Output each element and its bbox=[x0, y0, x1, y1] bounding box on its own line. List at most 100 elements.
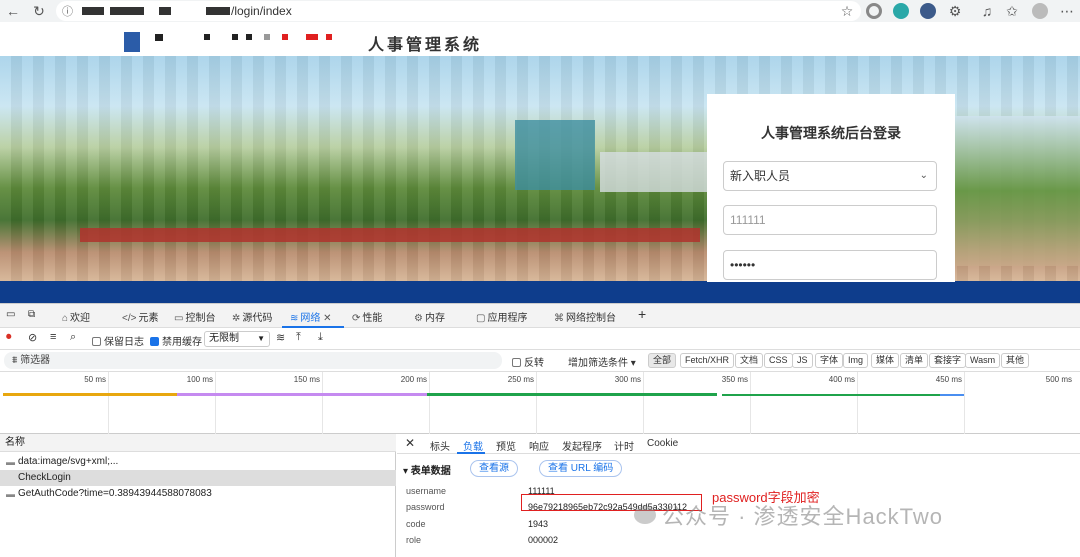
tab-preview[interactable]: 预览 bbox=[496, 438, 516, 453]
application-icon: ▢ bbox=[476, 313, 486, 324]
tab-label: 元素 bbox=[138, 313, 159, 324]
favorites-icon[interactable]: ✩ bbox=[1003, 2, 1021, 20]
chevron-down-icon: ▼ bbox=[257, 334, 265, 343]
tab-application[interactable]: ▢ 应用程序 bbox=[476, 309, 527, 324]
tab-headers[interactable]: 标头 bbox=[430, 438, 450, 453]
device-toolbar-icon[interactable]: ▭ bbox=[6, 309, 15, 320]
code-icon: </> bbox=[122, 313, 137, 324]
close-icon[interactable]: ✕ bbox=[405, 436, 415, 450]
timeline-gridline bbox=[108, 372, 109, 434]
throttle-select[interactable]: 无限制 ▼ bbox=[204, 331, 270, 347]
name-column-header[interactable]: 名称 bbox=[0, 434, 396, 452]
extension-icon[interactable] bbox=[893, 3, 909, 19]
timeline-bar-scripting bbox=[427, 393, 717, 396]
filter-chip-media[interactable]: 媒体 bbox=[871, 353, 900, 368]
timeline-tick: 400 ms bbox=[828, 375, 855, 384]
tab-network-console[interactable]: ⌘ 网络控制台 bbox=[554, 309, 616, 324]
filter-chip-fetch-xhr[interactable]: Fetch/XHR bbox=[680, 353, 735, 368]
chevron-down-icon: ⌄ bbox=[919, 170, 928, 181]
tab-performance[interactable]: ⟳ 性能 bbox=[352, 309, 382, 324]
network-conditions-icon[interactable]: ≋ bbox=[276, 331, 285, 344]
filter-chip-doc[interactable]: 文档 bbox=[735, 353, 764, 368]
building-pixels bbox=[515, 120, 595, 190]
tab-cookies[interactable]: Cookie bbox=[647, 438, 678, 449]
school-logo bbox=[124, 32, 140, 52]
disable-cache-checkbox[interactable]: 禁用缓存 bbox=[150, 333, 202, 348]
logo-text-pixel bbox=[326, 34, 332, 40]
filter-chip-other[interactable]: 其他 bbox=[1001, 353, 1030, 368]
form-field-key: password bbox=[406, 502, 445, 512]
profile-avatar[interactable] bbox=[1032, 3, 1048, 19]
tab-initiator[interactable]: 发起程序 bbox=[562, 438, 602, 453]
role-select[interactable]: 新入职人员 ⌄ bbox=[723, 161, 937, 191]
refresh-icon[interactable]: ↻ bbox=[30, 2, 48, 20]
username-input[interactable]: 111111 bbox=[723, 205, 937, 235]
active-tab-indicator bbox=[457, 452, 485, 454]
tab-response[interactable]: 响应 bbox=[529, 438, 549, 453]
invert-checkbox[interactable]: 反转 bbox=[512, 354, 544, 369]
filter-chip-css[interactable]: CSS bbox=[764, 353, 793, 368]
filter-chip-font[interactable]: 字体 bbox=[815, 353, 844, 368]
export-icon[interactable]: ⤓ bbox=[318, 331, 323, 344]
network-timeline: 50 ms 100 ms 150 ms 200 ms 250 ms 300 ms… bbox=[0, 372, 1080, 434]
add-tab-icon[interactable]: + bbox=[638, 306, 646, 322]
timeline-bar-network bbox=[940, 394, 964, 396]
detail-tabbar: ✕ 标头 负载 预览 响应 发起程序 计时 Cookie bbox=[397, 434, 1080, 454]
close-tab-icon[interactable]: ✕ bbox=[323, 313, 331, 324]
tab-label: 源代码 bbox=[242, 313, 273, 324]
timeline-bar-waiting bbox=[3, 393, 177, 396]
filter-icon[interactable]: ≡ bbox=[50, 331, 56, 343]
inspect-icon[interactable]: ⧉ bbox=[28, 309, 35, 320]
back-icon[interactable]: ← bbox=[4, 2, 22, 20]
role-select-value: 新入职人员 bbox=[730, 169, 791, 183]
tab-payload[interactable]: 负载 bbox=[463, 438, 483, 453]
request-row[interactable]: ▬ data:image/svg+xml;... bbox=[0, 454, 396, 470]
address-bar[interactable]: ⓘ /login/index bbox=[56, 1, 861, 21]
password-value: •••••• bbox=[730, 258, 756, 272]
form-data-section-title[interactable]: ▾ 表单数据 bbox=[403, 462, 451, 477]
extensions-puzzle-icon[interactable]: ⚙ bbox=[946, 2, 964, 20]
tab-console[interactable]: ▭ 控制台 bbox=[174, 309, 215, 324]
tab-label: 性能 bbox=[362, 313, 383, 324]
request-file-icon: ▬ bbox=[6, 489, 15, 499]
search-icon[interactable]: ⌕ bbox=[70, 331, 76, 344]
site-info-icon[interactable]: ⓘ bbox=[62, 3, 73, 19]
tab-timing[interactable]: 计时 bbox=[614, 438, 634, 453]
import-icon[interactable]: ⤒ bbox=[296, 331, 301, 344]
bookmark-star-icon[interactable]: ☆ bbox=[838, 2, 856, 20]
site-title: 人事管理系统 bbox=[368, 37, 483, 54]
filter-chip-js[interactable]: JS bbox=[792, 353, 813, 368]
reading-mode-icon[interactable]: ♫ bbox=[978, 2, 996, 20]
record-icon[interactable]: ⏺ bbox=[6, 331, 12, 344]
timeline-gridline bbox=[429, 372, 430, 434]
tab-welcome[interactable]: ⌂ 欢迎 bbox=[62, 309, 90, 324]
filter-chip-img[interactable]: Img bbox=[843, 353, 869, 368]
more-filters-dropdown[interactable]: 增加筛选条件 ▾ bbox=[568, 354, 636, 369]
form-field-key: role bbox=[406, 535, 422, 545]
checkbox-checked-icon bbox=[150, 337, 159, 346]
login-heading: 人事管理系统后台登录 bbox=[761, 125, 901, 141]
url-path: /login/index bbox=[231, 4, 292, 18]
filter-input[interactable]: ⩩ 筛选器 bbox=[4, 352, 502, 369]
bridge-pixels bbox=[80, 228, 700, 242]
tab-memory[interactable]: ⚙ 内存 bbox=[414, 309, 445, 324]
tab-elements[interactable]: </> 元素 bbox=[122, 309, 158, 324]
extension-icon[interactable] bbox=[920, 3, 936, 19]
request-row-selected[interactable]: CheckLogin bbox=[0, 470, 396, 486]
request-row[interactable]: ▬ GetAuthCode?time=0.38943944588078083 bbox=[0, 486, 396, 502]
timeline-tick: 500 ms bbox=[1045, 375, 1072, 384]
preserve-log-checkbox[interactable]: 保留日志 bbox=[92, 333, 144, 348]
password-input[interactable]: •••••• bbox=[723, 250, 937, 280]
extension-icon[interactable] bbox=[866, 3, 882, 19]
tab-network[interactable]: ≋ 网络 ✕ bbox=[290, 309, 332, 324]
clear-icon[interactable]: ⊘ bbox=[28, 331, 37, 344]
filter-chip-manifest[interactable]: 清单 bbox=[900, 353, 929, 368]
performance-icon: ⟳ bbox=[352, 313, 361, 324]
filter-chip-wasm[interactable]: Wasm bbox=[965, 353, 1001, 368]
filter-chip-socket[interactable]: 套接字 bbox=[929, 353, 967, 368]
menu-dots-icon[interactable]: ⋯ bbox=[1058, 2, 1076, 20]
filter-chip-all[interactable]: 全部 bbox=[648, 353, 677, 368]
view-url-encoded-button[interactable]: 查看 URL 编码 bbox=[539, 460, 623, 477]
tab-sources[interactable]: ✲ 源代码 bbox=[232, 309, 272, 324]
view-source-button[interactable]: 查看源 bbox=[470, 460, 518, 477]
